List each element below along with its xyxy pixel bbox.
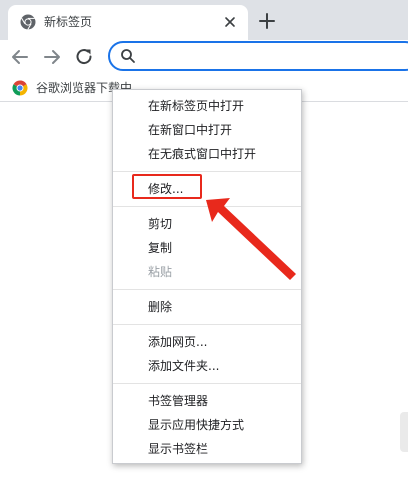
chrome-logo-icon bbox=[12, 80, 28, 96]
reload-icon[interactable] bbox=[72, 45, 96, 69]
tab-new-tab[interactable]: 新标签页 bbox=[8, 5, 248, 40]
menu-separator bbox=[113, 383, 301, 384]
close-icon[interactable] bbox=[221, 13, 239, 31]
menu-item-label: 在新窗口中打开 bbox=[148, 123, 233, 137]
annotation-highlight-box bbox=[132, 174, 202, 199]
menu-item-show-bookmarks-bar[interactable]: 显示书签栏 bbox=[113, 437, 301, 461]
menu-item-label: 显示应用快捷方式 bbox=[148, 418, 245, 432]
menu-item-open-incognito[interactable]: 在无痕式窗口中打开 bbox=[113, 142, 301, 166]
menu-separator bbox=[113, 324, 301, 325]
menu-item-delete[interactable]: 删除 bbox=[113, 295, 301, 319]
annotation-arrow-icon bbox=[206, 198, 296, 280]
menu-item-label: 复制 bbox=[148, 241, 173, 255]
plus-icon[interactable] bbox=[257, 11, 277, 31]
menu-item-open-new-window[interactable]: 在新窗口中打开 bbox=[113, 118, 301, 142]
menu-item-show-apps-shortcut[interactable]: 显示应用快捷方式 bbox=[113, 413, 301, 437]
menu-separator bbox=[113, 171, 301, 172]
back-arrow-icon[interactable] bbox=[8, 45, 32, 69]
search-icon bbox=[120, 48, 136, 64]
scrollbar-edge bbox=[400, 412, 408, 452]
menu-item-add-folder[interactable]: 添加文件夹... bbox=[113, 354, 301, 378]
tab-title: 新标签页 bbox=[44, 15, 93, 29]
menu-item-label: 删除 bbox=[148, 300, 173, 314]
omnibox-input[interactable] bbox=[108, 41, 408, 71]
menu-item-label: 在新标签页中打开 bbox=[148, 99, 245, 113]
forward-arrow-icon[interactable] bbox=[40, 45, 64, 69]
menu-item-label: 显示书签栏 bbox=[148, 442, 209, 456]
tab-strip: 新标签页 bbox=[0, 0, 408, 40]
menu-item-label: 书签管理器 bbox=[148, 394, 209, 408]
menu-item-label: 剪切 bbox=[148, 217, 173, 231]
menu-item-open-new-tab[interactable]: 在新标签页中打开 bbox=[113, 94, 301, 118]
menu-item-label: 粘贴 bbox=[148, 265, 173, 279]
menu-item-label: 在无痕式窗口中打开 bbox=[148, 147, 257, 161]
menu-item-add-page[interactable]: 添加网页... bbox=[113, 330, 301, 354]
menu-item-label: 添加网页... bbox=[148, 335, 208, 349]
menu-item-bookmark-manager[interactable]: 书签管理器 bbox=[113, 389, 301, 413]
menu-item-label: 添加文件夹... bbox=[148, 359, 220, 373]
chrome-logo-icon bbox=[20, 14, 36, 30]
